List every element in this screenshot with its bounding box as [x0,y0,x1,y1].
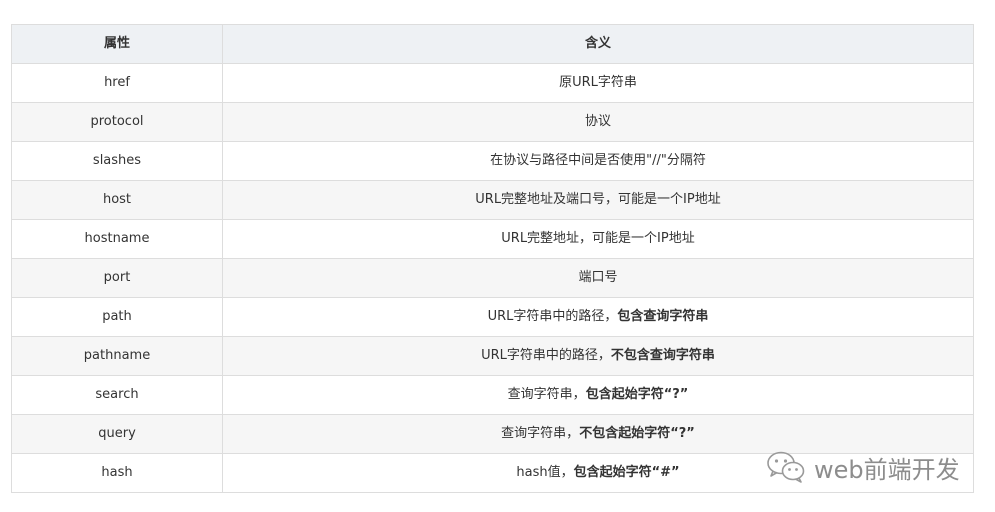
meaning-text: URL字符串中的路径， [481,348,611,363]
cell-attribute: hostname [11,219,223,259]
cell-meaning: 查询字符串，包含起始字符“?” [222,375,974,415]
watermark: web前端开发 [766,449,960,485]
meaning-text: 原URL字符串 [559,75,637,90]
table-container: 属性 含义 href 原URL字符串 protocol 协议 slashes 在协议与路径… [11,24,974,493]
wechat-icon [767,451,805,483]
table-row: host URL完整地址及端口号，可能是一个IP地址 [11,180,974,220]
meaning-text-bold: 包含起始字符“?” [585,387,689,402]
table-row: protocol 协议 [11,102,974,142]
cell-attribute: protocol [11,102,223,142]
table-header-row: 属性 含义 [11,24,974,64]
cell-meaning: 在协议与路径中间是否使用"//"分隔符 [222,141,974,181]
table-row: pathname URL字符串中的路径，不包含查询字符串 [11,336,974,376]
meaning-text: URL完整地址，可能是一个IP地址 [501,231,695,246]
meaning-text: 端口号 [578,270,618,285]
meaning-text-bold: 不包含起始字符“?” [579,426,695,441]
table-row: hostname URL完整地址，可能是一个IP地址 [11,219,974,259]
cell-attribute: search [11,375,223,415]
meaning-text: 查询字符串， [501,426,580,441]
meaning-text: 在协议与路径中间是否使用"//"分隔符 [490,153,706,168]
meaning-text-bold: 包含起始字符“#” [573,465,680,480]
cell-meaning: 原URL字符串 [222,63,974,103]
cell-attribute: hash [11,453,223,493]
cell-meaning: 端口号 [222,258,974,298]
cell-attribute: pathname [11,336,223,376]
cell-meaning: URL完整地址及端口号，可能是一个IP地址 [222,180,974,220]
meaning-text: hash值， [516,465,574,480]
cell-meaning: URL完整地址，可能是一个IP地址 [222,219,974,259]
cell-attribute: slashes [11,141,223,181]
cell-attribute: port [11,258,223,298]
meaning-text: URL字符串中的路径， [487,309,618,324]
header-attribute: 属性 [11,24,223,64]
cell-meaning: 查询字符串，不包含起始字符“?” [222,414,974,454]
table-row: search 查询字符串，包含起始字符“?” [11,375,974,415]
table-body: href 原URL字符串 protocol 协议 slashes 在协议与路径中间是否使用… [11,63,974,493]
table-row: slashes 在协议与路径中间是否使用"//"分隔符 [11,141,974,181]
url-properties-table: 属性 含义 href 原URL字符串 protocol 协议 slashes 在协议与路径… [11,24,974,493]
header-meaning: 含义 [222,24,974,64]
table-row: query 查询字符串，不包含起始字符“?” [11,414,974,454]
meaning-text-bold: 不包含查询字符串 [610,348,715,363]
cell-attribute: href [11,63,223,103]
meaning-text: URL完整地址及端口号，可能是一个IP地址 [475,192,721,207]
table-row: href 原URL字符串 [11,63,974,103]
cell-attribute: path [11,297,223,337]
cell-attribute: query [11,414,223,454]
table-row: port 端口号 [11,258,974,298]
table-row: path URL字符串中的路径，包含查询字符串 [11,297,974,337]
watermark-text: web前端开发 [814,455,960,484]
cell-meaning: URL字符串中的路径，包含查询字符串 [222,297,974,337]
cell-meaning: URL字符串中的路径，不包含查询字符串 [222,336,974,376]
meaning-text: 查询字符串， [507,387,586,402]
cell-meaning: 协议 [222,102,974,142]
meaning-text-bold: 包含查询字符串 [617,309,709,324]
meaning-text: 协议 [584,114,611,129]
cell-attribute: host [11,180,223,220]
